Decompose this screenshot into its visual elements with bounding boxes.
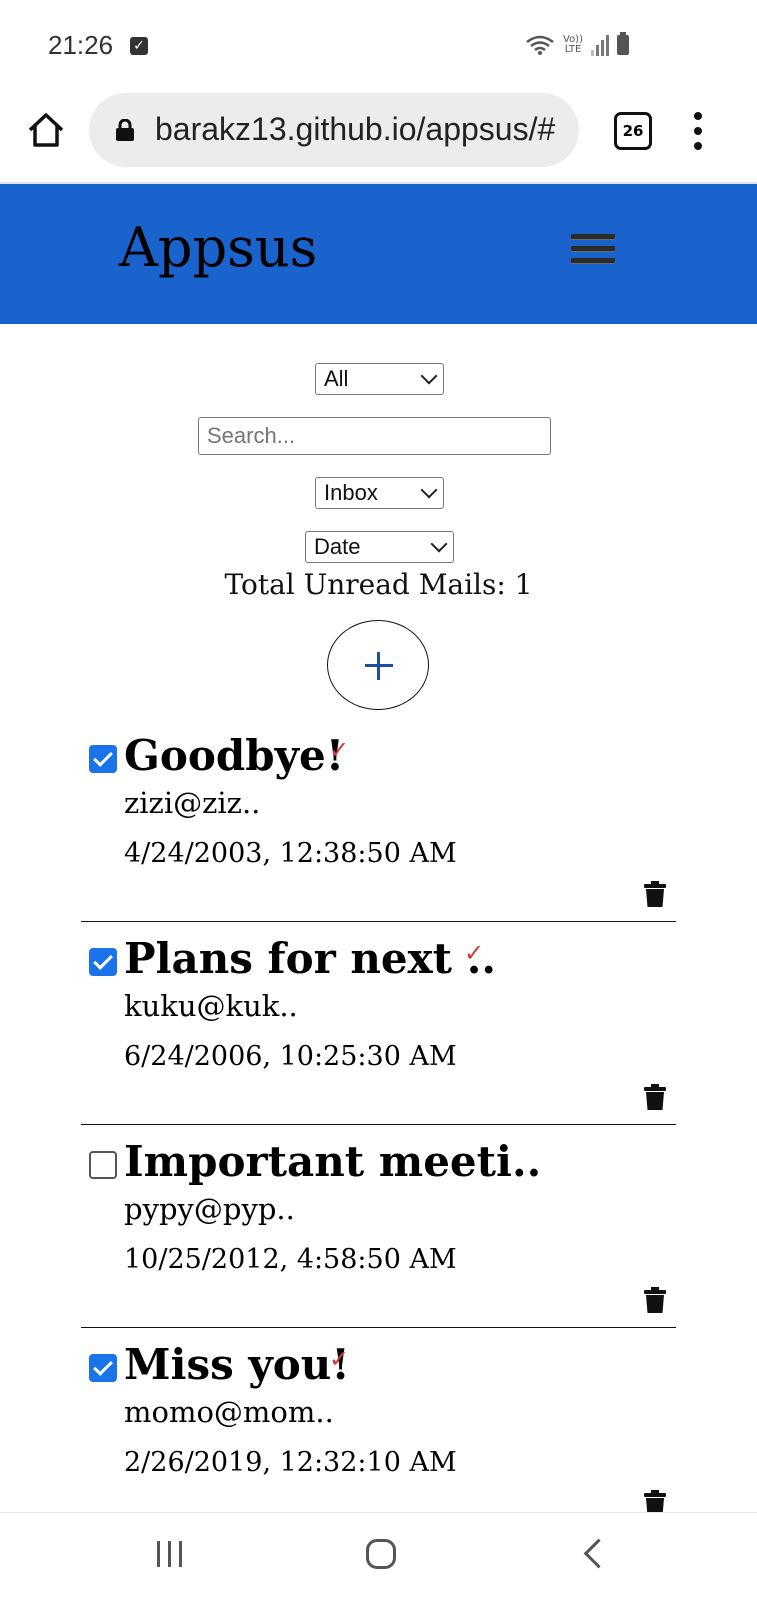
status-bar: 21:26 ✓ Vo)) LTE xyxy=(0,0,757,90)
notification-check-icon: ✓ xyxy=(130,37,148,55)
mail-date: 4/24/2003, 12:38:50 AM xyxy=(124,838,457,869)
folder-select[interactable]: Inbox xyxy=(315,477,444,509)
mail-checkbox[interactable] xyxy=(89,948,117,976)
read-check-icon: ✓ xyxy=(464,939,485,967)
wifi-icon xyxy=(526,35,554,55)
compose-button[interactable] xyxy=(327,620,429,710)
chevron-down-icon xyxy=(420,367,438,385)
chevron-down-icon xyxy=(430,535,448,553)
battery-icon xyxy=(617,32,629,55)
mail-date: 10/25/2012, 4:58:50 AM xyxy=(124,1244,457,1275)
recent-apps-icon[interactable] xyxy=(155,1541,185,1569)
trash-icon[interactable] xyxy=(644,1287,666,1313)
mail-item[interactable]: Goodbye! ✓ zizi@ziz.. 4/24/2003, 12:38:5… xyxy=(81,718,676,922)
read-filter-value: All xyxy=(324,366,349,391)
mail-sender: pypy@pyp.. xyxy=(124,1192,295,1226)
back-icon[interactable] xyxy=(583,1538,614,1569)
mail-item[interactable]: Miss you! ✓ momo@mom.. 2/26/2019, 12:32:… xyxy=(81,1327,676,1530)
status-time: 21:26 xyxy=(48,30,114,60)
mail-item[interactable]: Plans for next .. ✓ kuku@kuk.. 6/24/2006… xyxy=(81,921,676,1125)
system-nav-bar xyxy=(0,1512,757,1601)
mail-subject[interactable]: Miss you! xyxy=(124,1337,350,1393)
sort-value: Date xyxy=(314,534,361,559)
trash-icon[interactable] xyxy=(644,881,666,907)
mail-checkbox[interactable] xyxy=(89,745,117,773)
mail-sender: momo@mom.. xyxy=(124,1395,334,1429)
signal-icon xyxy=(591,34,609,56)
trash-icon[interactable] xyxy=(644,1084,666,1110)
home-icon[interactable] xyxy=(26,110,66,150)
system-home-icon[interactable] xyxy=(366,1539,396,1569)
volte-icon: Vo)) LTE xyxy=(563,34,583,55)
mail-sender: zizi@ziz.. xyxy=(124,786,261,820)
url-text[interactable]: barakz13.github.io/appsus/# xyxy=(155,111,555,148)
chevron-down-icon xyxy=(420,481,438,499)
status-icons: Vo)) LTE xyxy=(525,32,629,56)
tab-switcher-button[interactable]: 26 xyxy=(614,112,652,150)
read-check-icon: ✓ xyxy=(329,736,350,764)
search-input[interactable] xyxy=(198,417,551,455)
lock-icon xyxy=(116,119,134,141)
sort-select[interactable]: Date xyxy=(305,531,454,563)
mail-date: 2/26/2019, 12:32:10 AM xyxy=(124,1447,457,1478)
more-menu-icon[interactable] xyxy=(694,112,704,152)
unread-count: Total Unread Mails: 1 xyxy=(224,568,533,601)
mail-checkbox[interactable] xyxy=(89,1354,117,1382)
address-bar[interactable]: barakz13.github.io/appsus/# xyxy=(89,93,579,167)
hamburger-menu-icon[interactable] xyxy=(571,234,615,272)
app-title[interactable]: Appsus xyxy=(119,216,317,279)
read-filter-select[interactable]: All xyxy=(315,363,444,395)
browser-toolbar: barakz13.github.io/appsus/# 26 xyxy=(0,90,757,184)
mail-checkbox[interactable] xyxy=(89,1151,117,1179)
mail-date: 6/24/2006, 10:25:30 AM xyxy=(124,1041,457,1072)
mail-item[interactable]: Important meeti.. pypy@pyp.. 10/25/2012,… xyxy=(81,1124,676,1328)
mail-subject[interactable]: Important meeti.. xyxy=(124,1134,541,1190)
mail-subject[interactable]: Plans for next .. xyxy=(124,931,496,987)
app-header: Appsus xyxy=(0,184,757,324)
read-check-icon: ✓ xyxy=(329,1345,350,1373)
mail-subject[interactable]: Goodbye! xyxy=(124,728,344,784)
mail-sender: kuku@kuk.. xyxy=(124,989,298,1023)
folder-value: Inbox xyxy=(324,480,378,505)
